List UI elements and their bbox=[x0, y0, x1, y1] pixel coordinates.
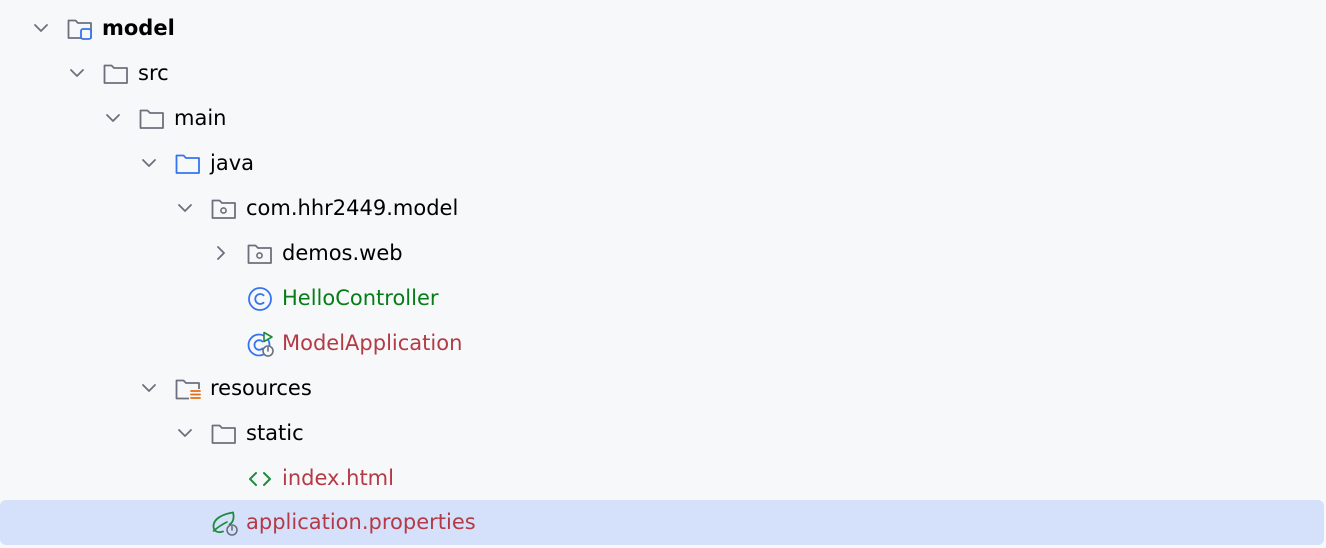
tree-node-java[interactable]: java bbox=[0, 141, 1326, 186]
tree-node-static[interactable]: static bbox=[0, 411, 1326, 456]
tree-label-index-html: index.html bbox=[282, 466, 394, 490]
chevron-right-icon[interactable] bbox=[211, 243, 231, 263]
chevron-down-icon[interactable] bbox=[139, 153, 159, 173]
folder-icon bbox=[103, 64, 128, 84]
resources-folder-icon bbox=[175, 379, 201, 400]
spring-properties-icon bbox=[212, 511, 238, 536]
tree-node-package[interactable]: com.hhr2449.model bbox=[0, 186, 1326, 231]
tree-node-resources[interactable]: resources bbox=[0, 366, 1326, 411]
tree-node-demos-web[interactable]: demos.web bbox=[0, 231, 1326, 276]
tree-label-resources: resources bbox=[210, 376, 312, 400]
tree-label-java: java bbox=[210, 151, 254, 175]
folder-icon bbox=[211, 424, 236, 444]
chevron-down-icon[interactable] bbox=[67, 63, 87, 83]
module-folder-icon bbox=[67, 19, 92, 40]
tree-label-package: com.hhr2449.model bbox=[246, 196, 459, 220]
package-icon bbox=[247, 244, 272, 264]
chevron-down-icon[interactable] bbox=[175, 423, 195, 443]
source-folder-icon bbox=[175, 154, 200, 174]
tree-node-main[interactable]: main bbox=[0, 96, 1326, 141]
html-file-icon bbox=[249, 472, 271, 486]
class-icon bbox=[248, 287, 272, 311]
tree-label-application-properties: application.properties bbox=[246, 510, 476, 534]
tree-label-src: src bbox=[138, 61, 169, 85]
tree-node-index-html[interactable]: index.html bbox=[0, 456, 1326, 501]
tree-node-model[interactable]: model bbox=[0, 6, 1326, 51]
tree-node-application-properties[interactable]: application.properties bbox=[0, 500, 1324, 545]
chevron-down-icon[interactable] bbox=[103, 108, 123, 128]
spring-boot-class-icon bbox=[247, 331, 274, 357]
tree-label-demos-web: demos.web bbox=[282, 241, 403, 265]
tree-label-static: static bbox=[246, 421, 304, 445]
tree-label-hello-controller: HelloController bbox=[282, 286, 439, 310]
chevron-down-icon[interactable] bbox=[175, 198, 195, 218]
chevron-down-icon[interactable] bbox=[31, 18, 51, 38]
tree-label-model: model bbox=[102, 16, 175, 40]
folder-icon bbox=[139, 109, 164, 129]
tree-label-main: main bbox=[174, 106, 227, 130]
tree-node-model-application[interactable]: ModelApplication bbox=[0, 321, 1326, 366]
chevron-down-icon[interactable] bbox=[139, 378, 159, 398]
project-tree: model src main java com.hhr2449.model de… bbox=[0, 0, 1326, 548]
tree-node-src[interactable]: src bbox=[0, 51, 1326, 96]
tree-node-hello-controller[interactable]: HelloController bbox=[0, 276, 1326, 321]
package-icon bbox=[211, 199, 236, 219]
tree-label-model-application: ModelApplication bbox=[282, 331, 463, 355]
